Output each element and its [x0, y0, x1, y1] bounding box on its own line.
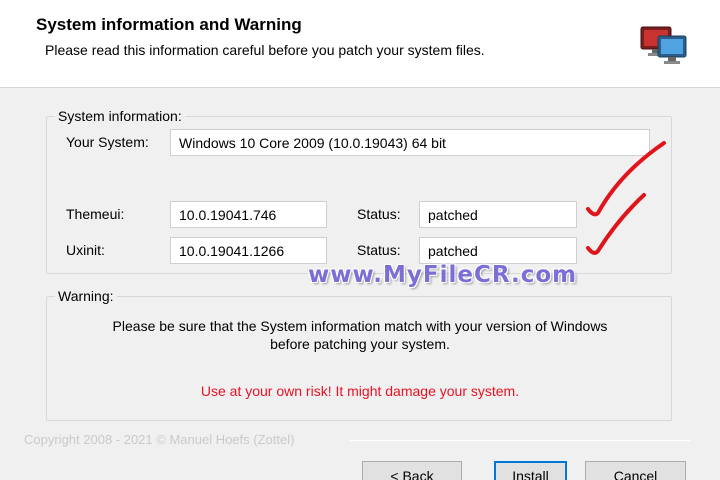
copyright-text: Copyright 2008 - 2021 © Manuel Hoefs (Zo…: [24, 432, 295, 447]
uxinit-status-field[interactable]: patched: [419, 237, 577, 264]
themeui-status-field[interactable]: patched: [419, 201, 577, 228]
warning-group: [46, 296, 672, 421]
monitor-icon: [640, 24, 688, 66]
uxinit-version-field[interactable]: 10.0.19041.1266: [170, 237, 327, 264]
watermark-text: www.MyFileCR.com: [308, 262, 578, 288]
uxinit-label: Uxinit:: [66, 242, 105, 258]
back-button[interactable]: < Back: [362, 461, 462, 480]
check-mark-icon: [580, 135, 680, 265]
warning-line-2: before patching your system.: [270, 336, 450, 352]
page-title: System information and Warning: [36, 15, 302, 34]
warning-label: Warning:: [55, 288, 117, 304]
risk-warning-text: Use at your own risk! It might damage yo…: [200, 383, 520, 399]
warning-line-1: Please be sure that the System informati…: [112, 318, 608, 334]
themeui-status-label: Status:: [357, 206, 401, 222]
system-information-label: System information:: [55, 108, 185, 124]
install-button[interactable]: Install: [494, 461, 567, 480]
page-subtitle: Please read this information careful bef…: [45, 42, 485, 58]
your-system-label: Your System:: [66, 134, 149, 150]
footer-divider: [350, 440, 690, 441]
uxinit-status-label: Status:: [357, 242, 401, 258]
themeui-label: Themeui:: [66, 206, 125, 222]
themeui-version-field[interactable]: 10.0.19041.746: [170, 201, 327, 228]
cancel-button[interactable]: Cancel: [585, 461, 686, 480]
your-system-field[interactable]: Windows 10 Core 2009 (10.0.19043) 64 bit: [170, 129, 650, 156]
dialog-header: System information and Warning Please re…: [0, 0, 720, 88]
